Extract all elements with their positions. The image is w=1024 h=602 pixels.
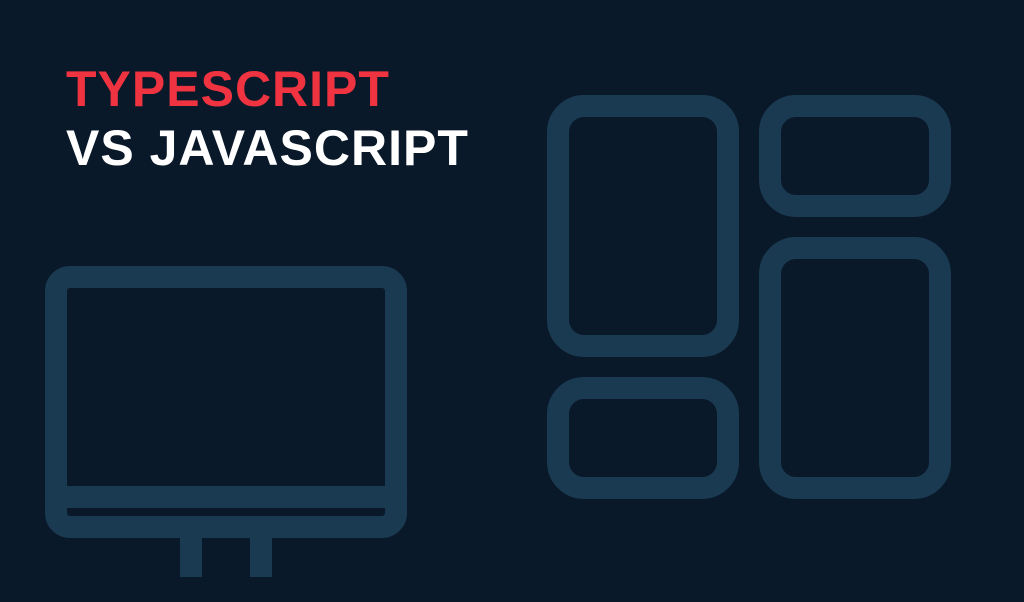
grid-layout-icon xyxy=(540,88,980,563)
heading-line-1: TYPESCRIPT xyxy=(66,62,469,117)
heading-line-2: VS JAVASCRIPT xyxy=(66,121,469,176)
heading-container: TYPESCRIPT VS JAVASCRIPT xyxy=(66,62,469,176)
monitor-icon xyxy=(36,257,416,602)
